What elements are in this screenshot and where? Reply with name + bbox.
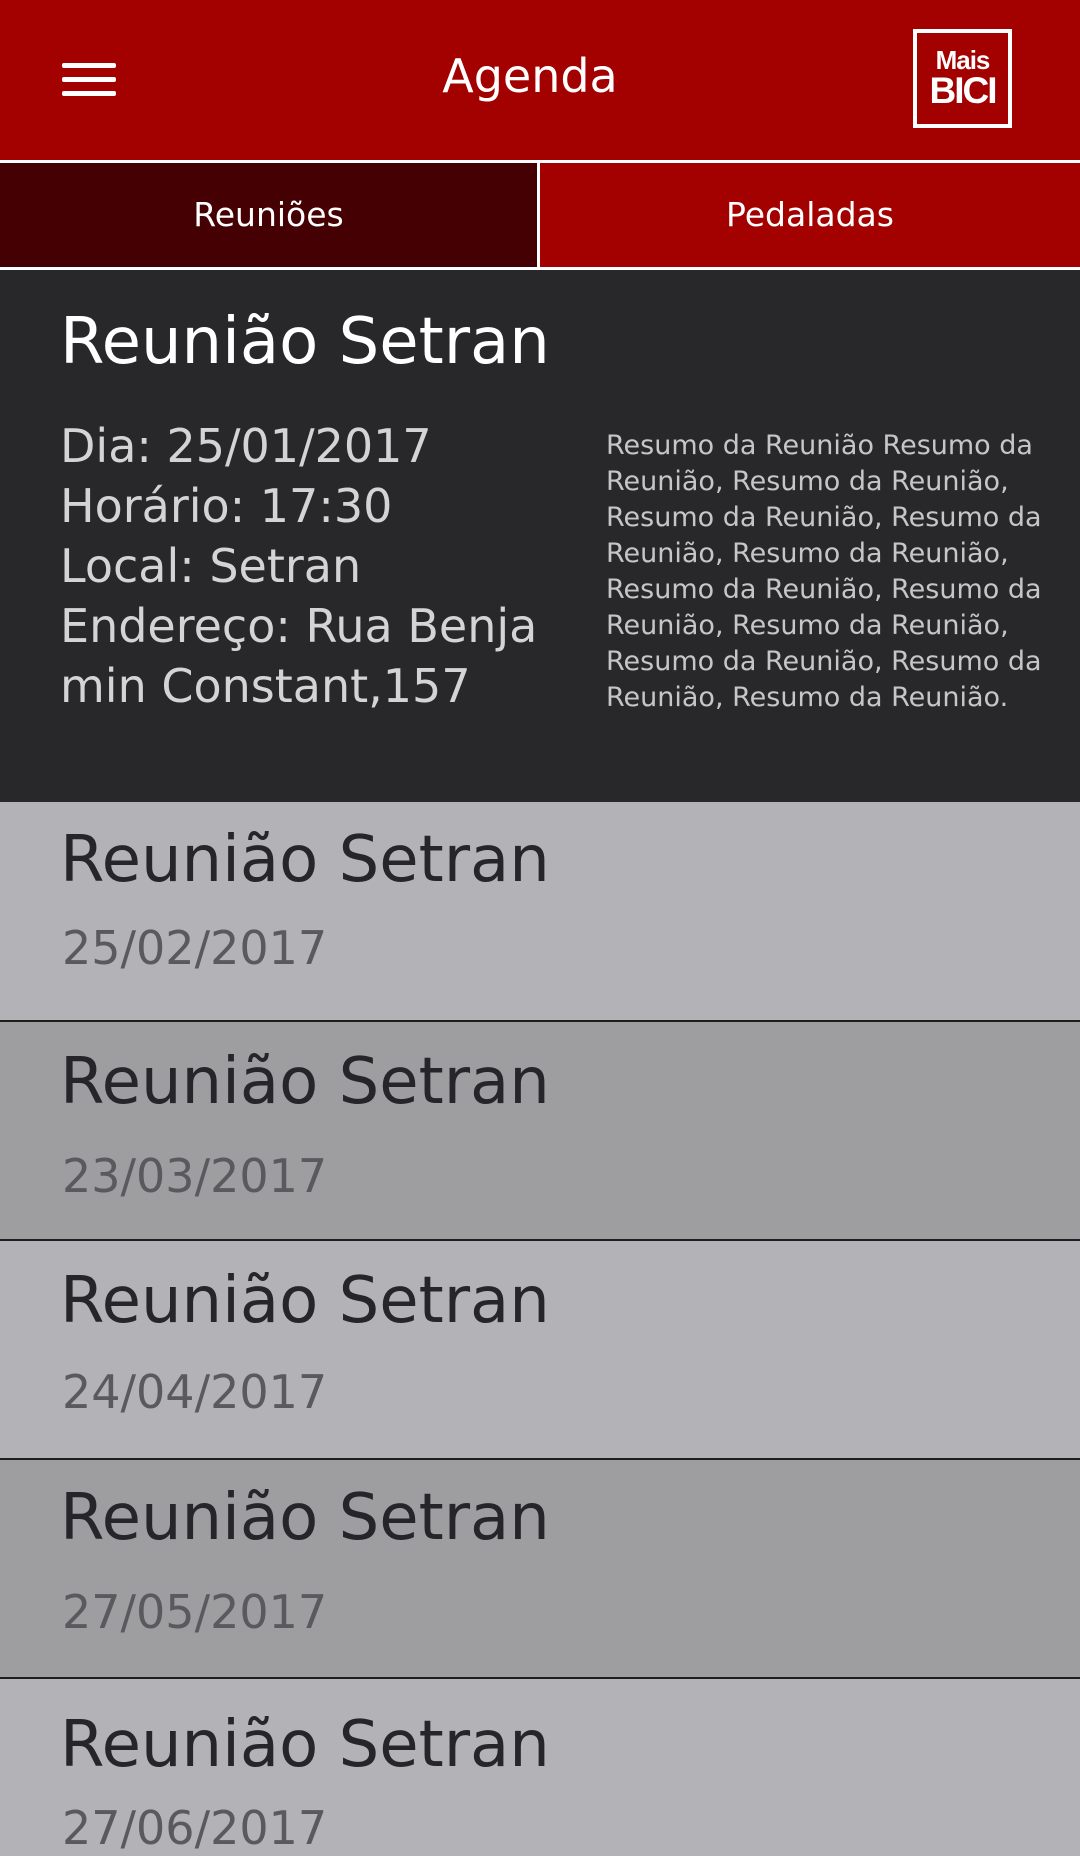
tab-reunioes[interactable]: Reuniões	[0, 163, 537, 267]
page-title: Agenda	[442, 49, 618, 103]
meeting-list-item[interactable]: Reunião Setran 23/03/2017	[0, 1020, 1080, 1239]
meeting-item-date: 24/04/2017	[62, 1365, 328, 1419]
meeting-list-item[interactable]: Reunião Setran 24/04/2017	[0, 1239, 1080, 1458]
mais-bici-logo: Mais BICI	[913, 29, 1012, 128]
meeting-address-line1: Endereço: Rua Benja	[60, 599, 538, 653]
meeting-details: Dia: 25/01/2017 Horário: 17:30 Local: Se…	[60, 416, 540, 716]
meeting-item-date: 25/02/2017	[62, 921, 328, 975]
meeting-list-item[interactable]: Reunião Setran 25/02/2017	[0, 802, 1080, 1020]
meeting-item-date: 27/05/2017	[62, 1585, 328, 1639]
tab-bar: Reuniões Pedaladas	[0, 160, 1080, 270]
logo-text-bici: BICI	[929, 70, 998, 111]
meeting-address-line2: min Constant,157	[60, 659, 471, 713]
meeting-list-item[interactable]: Reunião Setran 27/05/2017	[0, 1458, 1080, 1677]
meeting-place: Local: Setran	[60, 539, 362, 593]
tab-pedaladas[interactable]: Pedaladas	[540, 163, 1080, 267]
meeting-item-date: 23/03/2017	[62, 1149, 328, 1203]
meeting-item-title: Reunião Setran	[60, 1045, 550, 1119]
expanded-meeting-card[interactable]: Reunião Setran Dia: 25/01/2017 Horário: …	[0, 270, 1080, 802]
meeting-item-title: Reunião Setran	[60, 1264, 550, 1338]
meeting-time: Horário: 17:30	[60, 479, 393, 533]
meeting-item-title: Reunião Setran	[60, 823, 550, 897]
meeting-item-date: 27/06/2017	[62, 1801, 328, 1855]
meeting-list-item[interactable]: Reunião Setran 27/06/2017	[0, 1677, 1080, 1855]
meeting-day: Dia: 25/01/2017	[60, 419, 432, 473]
meeting-title: Reunião Setran	[60, 305, 550, 379]
app-bar: Agenda Mais BICI	[0, 0, 1080, 160]
meeting-item-title: Reunião Setran	[60, 1708, 550, 1782]
meeting-item-title: Reunião Setran	[60, 1481, 550, 1555]
meeting-summary: Resumo da Reunião Resumo da Reunião, Res…	[606, 430, 1042, 713]
